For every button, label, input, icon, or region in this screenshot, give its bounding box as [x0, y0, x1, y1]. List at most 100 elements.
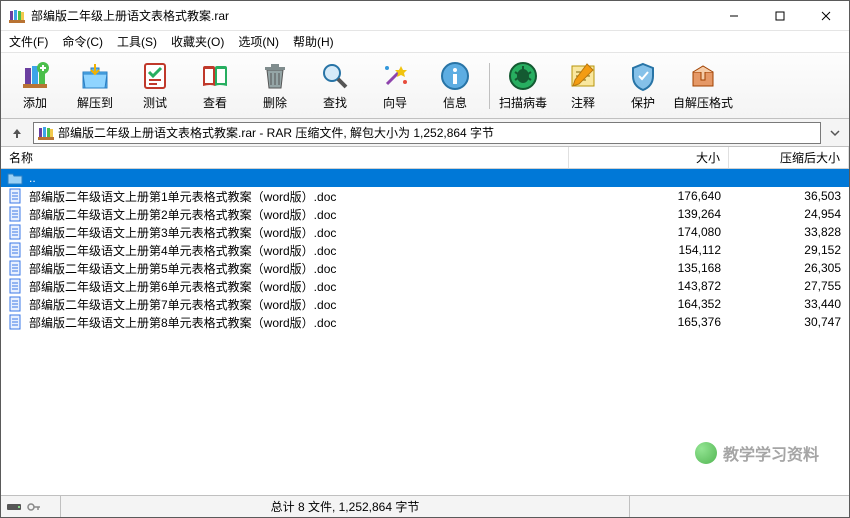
- watermark-text: 教学学习资料: [723, 441, 819, 465]
- virus-scan-label: 扫描病毒: [499, 94, 547, 111]
- menu-file[interactable]: 文件(F): [9, 33, 48, 50]
- file-row[interactable]: 部编版二年级语文上册第2单元表格式教案（word版）.doc139,26424,…: [1, 205, 849, 223]
- extract-to-button[interactable]: 解压到: [65, 55, 125, 116]
- file-name: 部编版二年级语文上册第5单元表格式教案（word版）.doc: [29, 260, 569, 277]
- file-row[interactable]: 部编版二年级语文上册第7单元表格式教案（word版）.doc164,35233,…: [1, 295, 849, 313]
- menubar: 文件(F) 命令(C) 工具(S) 收藏夹(O) 选项(N) 帮助(H): [1, 31, 849, 53]
- drive-icon: [7, 502, 23, 512]
- key-icon: [27, 502, 41, 512]
- file-packed-size: 24,954: [729, 207, 849, 221]
- file-packed-size: 26,305: [729, 261, 849, 275]
- file-name: 部编版二年级语文上册第6单元表格式教案（word版）.doc: [29, 278, 569, 295]
- close-button[interactable]: [803, 1, 849, 31]
- file-row[interactable]: 部编版二年级语文上册第8单元表格式教案（word版）.doc165,37630,…: [1, 313, 849, 331]
- wizard-label: 向导: [383, 94, 407, 111]
- info-icon: [439, 60, 471, 92]
- protect-label: 保护: [631, 94, 655, 111]
- file-row[interactable]: 部编版二年级语文上册第5单元表格式教案（word版）.doc135,16826,…: [1, 259, 849, 277]
- file-packed-size: 29,152: [729, 243, 849, 257]
- test-icon: [139, 60, 171, 92]
- doc-file-icon: [7, 314, 23, 330]
- watermark: 教学学习资料: [695, 441, 819, 465]
- menu-options[interactable]: 选项(N): [238, 33, 279, 50]
- test-label: 测试: [143, 94, 167, 111]
- find-button[interactable]: 查找: [305, 55, 365, 116]
- sfx-label: 自解压格式: [673, 94, 733, 111]
- up-arrow-icon: [10, 126, 24, 140]
- file-name: 部编版二年级语文上册第3单元表格式教案（word版）.doc: [29, 224, 569, 241]
- path-input[interactable]: 部编版二年级上册语文表格式教案.rar - RAR 压缩文件, 解包大小为 1,…: [33, 122, 821, 144]
- up-dir-row[interactable]: ..: [1, 169, 849, 187]
- toolbar-separator: [485, 55, 493, 116]
- sfx-icon: [687, 60, 719, 92]
- path-dropdown-button[interactable]: [827, 128, 843, 138]
- status-summary: 总计 8 文件, 1,252,864 字节: [61, 498, 629, 515]
- add-label: 添加: [23, 94, 47, 111]
- extract-icon: [79, 60, 111, 92]
- add-icon: [19, 60, 51, 92]
- app-icon: [9, 8, 25, 24]
- view-icon: [199, 60, 231, 92]
- view-label: 查看: [203, 94, 227, 111]
- wizard-icon: [379, 60, 411, 92]
- minimize-button[interactable]: [711, 1, 757, 31]
- folder-up-icon: [7, 170, 23, 186]
- file-row[interactable]: 部编版二年级语文上册第4单元表格式教案（word版）.doc154,11229,…: [1, 241, 849, 259]
- chevron-down-icon: [830, 128, 840, 138]
- toolbar: 添加 解压到 测试 查看 删除 查找 向导 信息 扫描病毒 注释 保护: [1, 53, 849, 119]
- comment-button[interactable]: 注释: [553, 55, 613, 116]
- doc-file-icon: [7, 242, 23, 258]
- up-one-level-button[interactable]: [7, 123, 27, 143]
- test-button[interactable]: 测试: [125, 55, 185, 116]
- file-size: 174,080: [569, 225, 729, 239]
- window-title: 部编版二年级上册语文表格式教案.rar: [31, 7, 711, 24]
- extract-label: 解压到: [77, 94, 113, 111]
- doc-file-icon: [7, 188, 23, 204]
- add-button[interactable]: 添加: [5, 55, 65, 116]
- sfx-button[interactable]: 自解压格式: [673, 55, 733, 116]
- info-button[interactable]: 信息: [425, 55, 485, 116]
- menu-help[interactable]: 帮助(H): [293, 33, 334, 50]
- watermark-logo-icon: [695, 442, 717, 464]
- status-left: [1, 496, 61, 517]
- find-icon: [319, 60, 351, 92]
- file-name: 部编版二年级语文上册第7单元表格式教案（word版）.doc: [29, 296, 569, 313]
- doc-file-icon: [7, 278, 23, 294]
- file-size: 164,352: [569, 297, 729, 311]
- maximize-button[interactable]: [757, 1, 803, 31]
- titlebar: 部编版二年级上册语文表格式教案.rar: [1, 1, 849, 31]
- file-size: 143,872: [569, 279, 729, 293]
- delete-button[interactable]: 删除: [245, 55, 305, 116]
- menu-favorites[interactable]: 收藏夹(O): [171, 33, 224, 50]
- file-packed-size: 30,747: [729, 315, 849, 329]
- file-size: 176,640: [569, 189, 729, 203]
- file-row[interactable]: 部编版二年级语文上册第3单元表格式教案（word版）.doc174,08033,…: [1, 223, 849, 241]
- file-list[interactable]: .. 部编版二年级语文上册第1单元表格式教案（word版）.doc176,640…: [1, 169, 849, 495]
- virus-scan-button[interactable]: 扫描病毒: [493, 55, 553, 116]
- doc-file-icon: [7, 260, 23, 276]
- menu-commands[interactable]: 命令(C): [62, 33, 103, 50]
- file-packed-size: 33,828: [729, 225, 849, 239]
- find-label: 查找: [323, 94, 347, 111]
- delete-icon: [259, 60, 291, 92]
- file-packed-size: 33,440: [729, 297, 849, 311]
- file-name: 部编版二年级语文上册第8单元表格式教案（word版）.doc: [29, 314, 569, 331]
- file-name: 部编版二年级语文上册第4单元表格式教案（word版）.doc: [29, 242, 569, 259]
- statusbar: 总计 8 文件, 1,252,864 字节: [1, 495, 849, 517]
- file-size: 139,264: [569, 207, 729, 221]
- menu-tools[interactable]: 工具(S): [117, 33, 157, 50]
- comment-icon: [567, 60, 599, 92]
- column-size[interactable]: 大小: [569, 147, 729, 168]
- file-packed-size: 36,503: [729, 189, 849, 203]
- status-right: [629, 496, 849, 517]
- comment-label: 注释: [571, 94, 595, 111]
- doc-file-icon: [7, 206, 23, 222]
- file-row[interactable]: 部编版二年级语文上册第1单元表格式教案（word版）.doc176,64036,…: [1, 187, 849, 205]
- wizard-button[interactable]: 向导: [365, 55, 425, 116]
- column-packed[interactable]: 压缩后大小: [729, 147, 849, 168]
- view-button[interactable]: 查看: [185, 55, 245, 116]
- column-name[interactable]: 名称: [1, 147, 569, 168]
- file-row[interactable]: 部编版二年级语文上册第6单元表格式教案（word版）.doc143,87227,…: [1, 277, 849, 295]
- file-name: 部编版二年级语文上册第2单元表格式教案（word版）.doc: [29, 206, 569, 223]
- protect-button[interactable]: 保护: [613, 55, 673, 116]
